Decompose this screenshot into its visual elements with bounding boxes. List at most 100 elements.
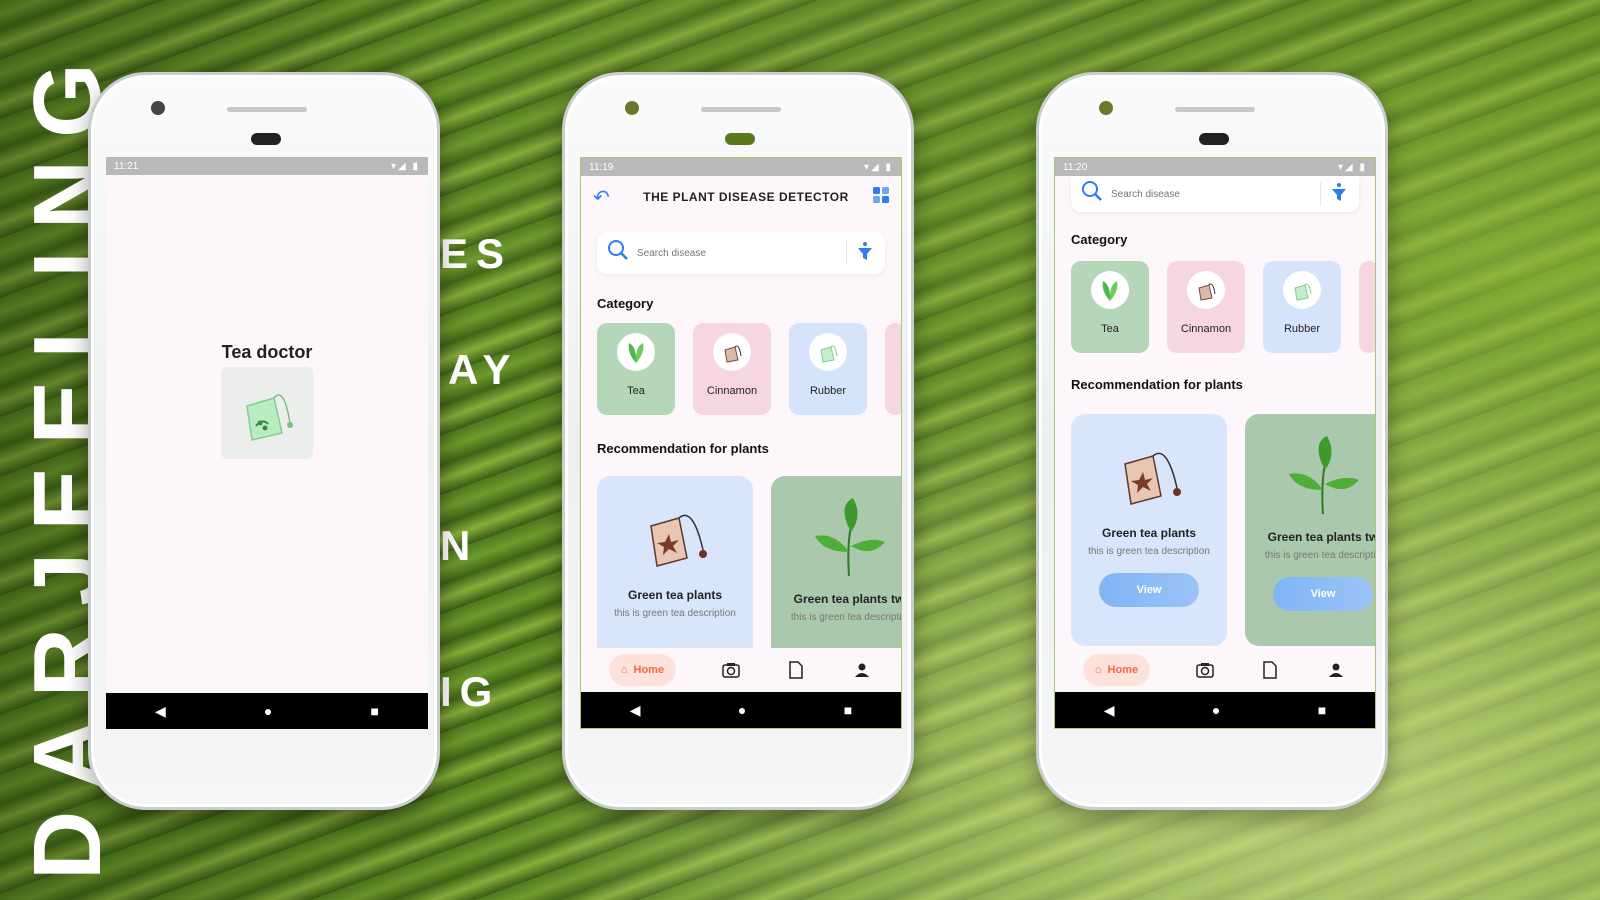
status-icons: ▾◢ ▮ <box>391 160 420 172</box>
phone-splash: 11:21 ▾◢ ▮ Tea doctor ◀ ● ■ <box>88 72 440 810</box>
category-card-tea[interactable]: Tea <box>1071 261 1149 353</box>
category-card-cinnamon[interactable]: Cinnamon <box>1167 261 1245 353</box>
view-button[interactable]: View <box>1099 573 1199 607</box>
search-bar <box>1071 176 1359 212</box>
recommendation-card[interactable]: Green tea plants tw this is green tea de… <box>1245 414 1375 646</box>
recents-nav-icon[interactable]: ■ <box>1318 702 1326 718</box>
category-label: Rubber <box>1283 323 1321 335</box>
bg-fragment: AY <box>448 346 519 393</box>
bg-fragment: N <box>440 522 479 569</box>
recommendation-title: Green tea plants tw <box>793 592 902 606</box>
home-nav-icon[interactable]: ● <box>738 702 746 718</box>
home-icon: ⌂ <box>620 664 628 676</box>
document-icon[interactable] <box>1259 659 1281 681</box>
sensor <box>725 133 755 145</box>
search-input[interactable] <box>1111 188 1310 200</box>
search-input[interactable] <box>637 247 836 259</box>
search-icon <box>607 239 637 267</box>
category-card-rubber[interactable]: Rubber <box>789 323 867 415</box>
search-bar <box>597 232 885 274</box>
front-camera <box>625 101 639 115</box>
home-icon: ⌂ <box>1094 664 1102 676</box>
recents-nav-icon[interactable]: ■ <box>370 703 378 719</box>
profile-icon[interactable] <box>851 659 873 681</box>
tea-bag-icon <box>650 514 707 567</box>
category-title: Category <box>597 296 654 311</box>
category-list: Tea Cinnamon Rubber <box>581 323 901 415</box>
leaf-icon <box>1091 271 1129 309</box>
bottom-nav: ⌂ Home <box>1055 648 1375 692</box>
category-card-partial[interactable] <box>1359 261 1375 353</box>
home-nav-icon[interactable]: ● <box>1212 702 1220 718</box>
category-label: Tea <box>1101 323 1119 335</box>
tea-bag-icon <box>713 333 751 371</box>
status-time: 11:19 <box>589 161 614 173</box>
tea-bag-icon <box>1283 271 1321 309</box>
grid-menu-icon[interactable] <box>869 186 889 208</box>
camera-icon[interactable] <box>1194 659 1216 681</box>
recommendation-title: Recommendation for plants <box>597 441 769 456</box>
back-nav-icon[interactable]: ◀ <box>155 703 166 720</box>
recommendation-title: Green tea plants <box>627 588 723 602</box>
bottom-nav: ⌂ Home <box>581 648 901 692</box>
screen: 11:20 ▾◢ ▮ Category Tea Cinnamon <box>1054 157 1376 729</box>
search-icon <box>1081 180 1111 208</box>
recommendation-card[interactable]: Green tea plants this is green tea descr… <box>1071 414 1227 646</box>
category-card-partial[interactable] <box>885 323 901 415</box>
tea-bag-icon <box>1124 452 1181 505</box>
recents-nav-icon[interactable]: ■ <box>844 702 852 718</box>
profile-icon[interactable] <box>1325 659 1347 681</box>
nav-home-button[interactable]: ⌂ Home <box>608 654 677 686</box>
filter-icon[interactable] <box>1331 182 1349 207</box>
category-label: Tea <box>627 385 645 397</box>
sensor <box>1199 133 1229 145</box>
sensor <box>251 133 281 145</box>
splash-title: Tea doctor <box>221 342 313 362</box>
nav-home-label: Home <box>1107 664 1139 676</box>
filter-icon[interactable] <box>857 241 875 266</box>
divider <box>1320 182 1321 206</box>
screen: 11:21 ▾◢ ▮ Tea doctor ◀ ● ■ <box>106 157 428 729</box>
view-button[interactable]: View <box>1273 577 1373 611</box>
category-card-cinnamon[interactable]: Cinnamon <box>693 323 771 415</box>
recommendation-card[interactable]: Green tea plants this is green tea descr… <box>597 476 753 676</box>
recommendation-card[interactable]: Green tea plants tw this is green tea de… <box>771 476 902 676</box>
status-time: 11:20 <box>1063 161 1088 173</box>
category-label: Cinnamon <box>1180 323 1232 335</box>
status-time: 11:21 <box>114 160 139 172</box>
tea-leaf-icon <box>1289 436 1359 515</box>
recommendation-list: Green tea plants this is green tea descr… <box>581 476 901 676</box>
status-bar: 11:19 ▾◢ ▮ <box>581 158 901 176</box>
tea-bag-logo <box>221 367 313 459</box>
nav-home-label: Home <box>633 664 665 676</box>
back-nav-icon[interactable]: ◀ <box>1104 702 1115 719</box>
tea-bag-icon <box>809 333 847 371</box>
category-label: Cinnamon <box>706 385 758 397</box>
nav-home-button[interactable]: ⌂ Home <box>1082 654 1151 686</box>
camera-icon[interactable] <box>720 659 742 681</box>
status-icons: ▾◢ ▮ <box>1338 161 1367 173</box>
category-title: Category <box>1071 232 1128 247</box>
category-card-rubber[interactable]: Rubber <box>1263 261 1341 353</box>
app-title: THE PLANT DISEASE DETECTOR <box>643 190 849 204</box>
category-card-tea[interactable]: Tea <box>597 323 675 415</box>
category-list: Tea Cinnamon Rubber <box>1055 261 1375 353</box>
tea-bag-icon <box>246 394 293 441</box>
status-bar: 11:20 ▾◢ ▮ <box>1055 158 1375 176</box>
back-arrow-icon[interactable]: ↶ <box>593 185 623 210</box>
recommendation-desc: this is green tea descriptio <box>790 612 902 623</box>
system-nav-bar: ◀ ● ■ <box>1055 692 1375 728</box>
system-nav-bar: ◀ ● ■ <box>106 693 428 729</box>
front-camera <box>151 101 165 115</box>
bg-fragment: ES <box>440 230 513 277</box>
tea-bag-icon <box>1187 271 1225 309</box>
back-nav-icon[interactable]: ◀ <box>630 702 641 719</box>
recommendation-desc: this is green tea description <box>614 608 736 619</box>
divider <box>846 241 847 265</box>
recommendation-title: Recommendation for plants <box>1071 377 1243 392</box>
home-nav-icon[interactable]: ● <box>264 703 272 719</box>
screen: 11:19 ▾◢ ▮ ↶ THE PLANT DISEASE DETECTOR … <box>580 157 902 729</box>
speaker-grille <box>1175 107 1255 112</box>
document-icon[interactable] <box>785 659 807 681</box>
recommendation-title: Green tea plants <box>1101 526 1197 540</box>
